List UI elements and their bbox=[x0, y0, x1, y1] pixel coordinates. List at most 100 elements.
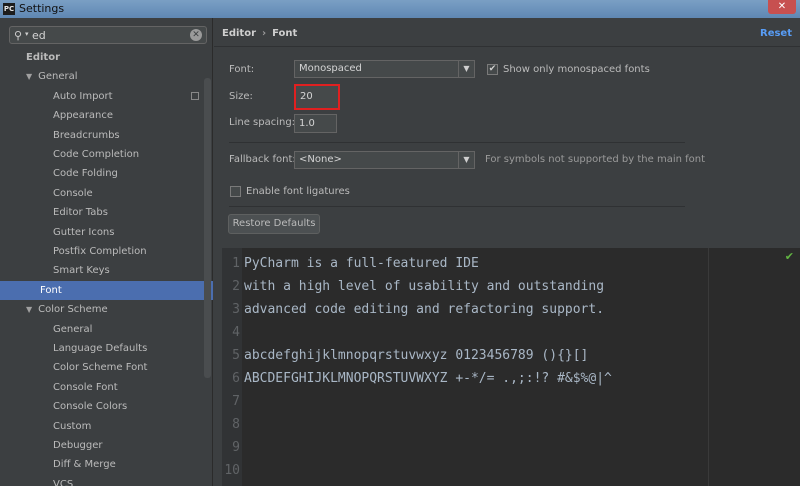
line-text: advanced code editing and refactoring su… bbox=[244, 302, 605, 317]
sidebar-item-gutter-icons[interactable]: Gutter Icons bbox=[0, 223, 213, 242]
close-window-button[interactable]: ✕ bbox=[768, 0, 796, 14]
chevron-down-icon[interactable]: ▼ bbox=[26, 300, 32, 319]
only-monospaced-checkbox[interactable]: ✔ bbox=[487, 64, 498, 75]
fallback-font-hint: For symbols not supported by the main fo… bbox=[485, 154, 706, 165]
code-line: 3 advanced code editing and refactoring s… bbox=[222, 298, 800, 321]
sidebar-item-console-font[interactable]: Console Font bbox=[0, 378, 213, 397]
sidebar-item-code-folding[interactable]: Code Folding bbox=[0, 164, 213, 183]
sidebar-item-label: Code Folding bbox=[53, 168, 118, 180]
project-settings-icon bbox=[191, 91, 199, 100]
line-number: 7 bbox=[232, 394, 240, 409]
window-title: Settings bbox=[19, 2, 65, 15]
restore-defaults-button[interactable]: Restore Defaults bbox=[228, 214, 320, 234]
code-line: 7 bbox=[222, 390, 800, 413]
sidebar-item-postfix-completion[interactable]: Postfix Completion bbox=[0, 242, 213, 261]
chevron-down-icon[interactable]: ▼ bbox=[458, 152, 474, 168]
pycharm-app-icon: PC bbox=[3, 3, 15, 15]
sidebar-item-editor-tabs[interactable]: Editor Tabs bbox=[0, 203, 213, 222]
search-query: ed bbox=[32, 29, 46, 42]
sidebar-item-color-scheme[interactable]: ▼ Color Scheme bbox=[0, 300, 213, 319]
sidebar-item-diff-merge[interactable]: Diff & Merge bbox=[0, 455, 213, 474]
font-ligatures-label: Enable font ligatures bbox=[246, 186, 350, 197]
breadcrumb-current: Font bbox=[272, 28, 298, 39]
line-number: 3 bbox=[232, 302, 240, 317]
title-bar: PC Settings ✕ bbox=[0, 0, 800, 18]
line-number: 9 bbox=[232, 440, 240, 455]
line-text bbox=[242, 440, 244, 455]
sidebar-item-label: General bbox=[53, 323, 93, 335]
sidebar-item-color-scheme-font[interactable]: Color Scheme Font bbox=[0, 358, 213, 377]
sidebar-item-label: Language Defaults bbox=[53, 343, 148, 354]
chevron-down-icon[interactable]: ▼ bbox=[458, 61, 474, 77]
line-text: abcdefghijklmnopqrstuvwxyz 0123456789 ()… bbox=[244, 348, 589, 363]
line-text bbox=[242, 394, 244, 409]
sidebar-item-label: Code Completion bbox=[53, 149, 140, 160]
sidebar-item-console[interactable]: Console bbox=[0, 184, 213, 203]
code-line: 10 bbox=[222, 459, 800, 482]
sidebar-item-general[interactable]: General bbox=[0, 320, 213, 339]
sidebar-item-smart-keys[interactable]: Smart Keys bbox=[0, 261, 213, 280]
code-line: 5 abcdefghijklmnopqrstuvwxyz 0123456789 (… bbox=[222, 344, 800, 367]
sidebar-item-label: General bbox=[38, 71, 78, 83]
breadcrumb-separator: › bbox=[262, 28, 267, 39]
only-monospaced-label: Show only monospaced fonts bbox=[503, 64, 650, 75]
sidebar-item-debugger[interactable]: Debugger bbox=[0, 436, 213, 455]
fallback-font-select[interactable]: <None> ▼ bbox=[294, 151, 475, 169]
sidebar-item-vcs[interactable]: VCS bbox=[0, 475, 213, 486]
sidebar-item-custom[interactable]: Custom bbox=[0, 417, 213, 436]
line-text bbox=[242, 417, 244, 432]
sidebar-item-code-completion[interactable]: Code Completion bbox=[0, 145, 213, 164]
font-family-select[interactable]: Monospaced ▼ bbox=[294, 60, 475, 78]
section-divider bbox=[229, 206, 685, 207]
sidebar-item-editor[interactable]: Editor bbox=[0, 48, 213, 67]
header-divider bbox=[214, 46, 800, 47]
line-number: 2 bbox=[232, 279, 240, 294]
sidebar-item-console-colors[interactable]: Console Colors bbox=[0, 397, 213, 416]
line-spacing-input[interactable]: 1.0 bbox=[294, 114, 337, 133]
sidebar-item-label: Console Colors bbox=[53, 401, 128, 413]
sidebar-item-label: Custom bbox=[53, 420, 92, 432]
sidebar-item-language-defaults[interactable]: Language Defaults bbox=[0, 339, 213, 358]
font-size-input[interactable]: 20 bbox=[294, 84, 340, 110]
code-line: 6 ABCDEFGHIJKLMNOPQRSTUVWXYZ +-*/= .,;:!?… bbox=[222, 367, 800, 390]
sidebar-item-auto-import[interactable]: Auto Import bbox=[0, 87, 213, 106]
font-ligatures-checkbox[interactable] bbox=[230, 186, 241, 197]
code-line: 9 bbox=[222, 436, 800, 459]
sidebar-item-label: Color Scheme bbox=[38, 304, 108, 316]
font-family-value: Monospaced bbox=[299, 63, 362, 74]
sidebar-item-label: Gutter Icons bbox=[53, 226, 115, 238]
sidebar-scrollbar[interactable] bbox=[204, 78, 211, 378]
sidebar-item-label: Breadcrumbs bbox=[53, 129, 120, 141]
sidebar-item-label: Diff & Merge bbox=[53, 459, 116, 471]
settings-sidebar: ⚲ ▾ ed ✕ Editor ▼ General Auto Import Appear… bbox=[0, 18, 213, 486]
line-number: 5 bbox=[232, 348, 240, 363]
line-spacing-label: Line spacing: bbox=[229, 117, 296, 128]
line-number: 4 bbox=[232, 325, 240, 340]
size-label: Size: bbox=[229, 91, 253, 102]
search-dropdown-icon[interactable]: ▾ bbox=[25, 30, 29, 38]
sidebar-item-font[interactable]: Font bbox=[0, 280, 213, 300]
code-line: 1 PyCharm is a full-featured IDE bbox=[222, 252, 800, 275]
sidebar-item-label: Font bbox=[40, 284, 62, 296]
reset-link[interactable]: Reset bbox=[760, 28, 792, 39]
sidebar-item-label: Color Scheme Font bbox=[53, 362, 148, 374]
line-text: ABCDEFGHIJKLMNOPQRSTUVWXYZ +-*/= .,;:!? … bbox=[244, 371, 612, 386]
chevron-down-icon[interactable]: ▼ bbox=[26, 67, 32, 86]
font-label: Font: bbox=[229, 64, 255, 75]
checkmark-icon: ✔ bbox=[784, 250, 794, 263]
breadcrumb-parent[interactable]: Editor bbox=[222, 28, 256, 39]
sidebar-item-label: Console Font bbox=[53, 381, 118, 393]
section-divider bbox=[229, 142, 685, 143]
sidebar-item-general[interactable]: ▼ General bbox=[0, 67, 213, 86]
sidebar-item-label: Auto Import bbox=[53, 90, 113, 102]
sidebar-item-breadcrumbs[interactable]: Breadcrumbs bbox=[0, 126, 213, 145]
sidebar-item-appearance[interactable]: Appearance bbox=[0, 106, 213, 125]
line-number: 10 bbox=[224, 463, 240, 478]
settings-search-input[interactable]: ⚲ ▾ ed ✕ bbox=[9, 26, 207, 44]
sidebar-item-label: VCS bbox=[53, 478, 74, 486]
code-line: 4 bbox=[222, 321, 800, 344]
line-text: PyCharm is a full-featured IDE bbox=[244, 256, 479, 271]
clear-search-icon[interactable]: ✕ bbox=[190, 29, 202, 41]
font-preview-editor[interactable]: 1 PyCharm is a full-featured IDE 2 with a h… bbox=[222, 248, 800, 486]
line-number: 8 bbox=[232, 417, 240, 432]
